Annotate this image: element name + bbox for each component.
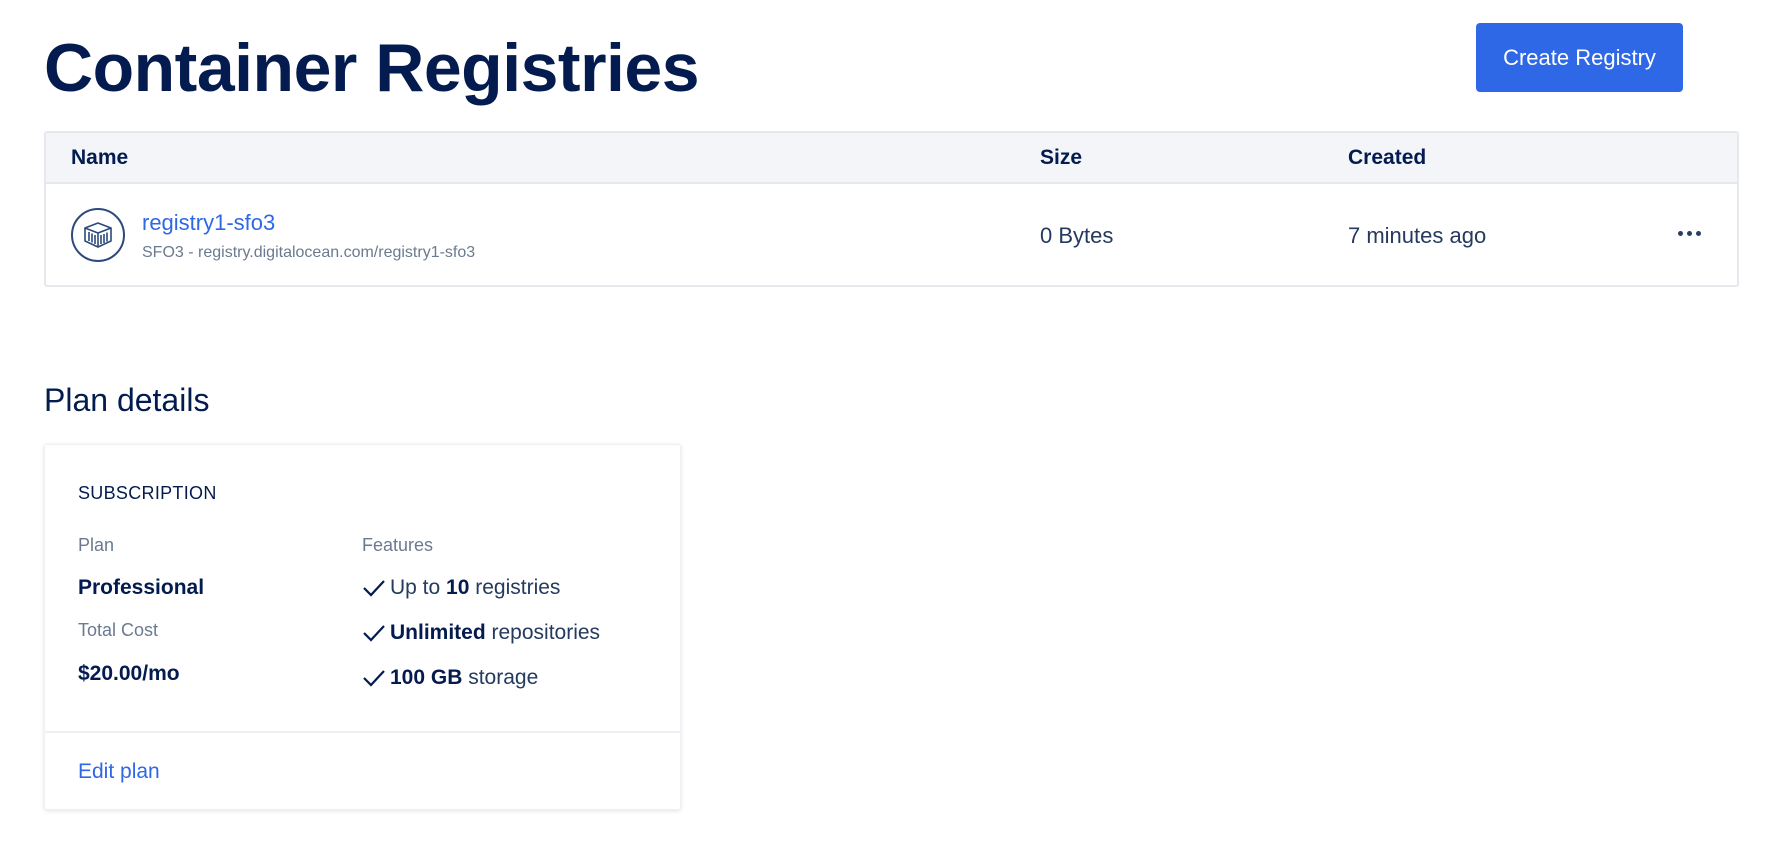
feature-highlight: 100 GB xyxy=(390,666,463,689)
plan-details-title: Plan details xyxy=(44,382,210,418)
checkmark-icon xyxy=(363,670,385,687)
table-header: Name Size Created xyxy=(46,133,1737,184)
column-header-created[interactable]: Created xyxy=(1348,146,1426,170)
feature-item: Up to 10 registries xyxy=(362,576,560,600)
feature-highlight: Unlimited xyxy=(390,621,486,644)
registry-created: 7 minutes ago xyxy=(1348,223,1487,248)
plan-card-footer: Edit plan xyxy=(45,731,680,811)
feature-text: storage xyxy=(462,666,539,689)
total-cost-label: Total Cost xyxy=(78,620,159,640)
checkmark-icon xyxy=(363,580,385,597)
container-icon xyxy=(71,208,125,262)
plan-value: Professional xyxy=(78,576,205,599)
column-header-size[interactable]: Size xyxy=(1040,146,1082,170)
feature-item: Unlimited repositories xyxy=(362,621,600,645)
registry-table: Name Size Created registry1-sfo3 SFO3 - … xyxy=(44,131,1739,287)
feature-text: repositories xyxy=(485,621,601,644)
feature-highlight: 10 xyxy=(446,576,470,599)
subscription-label: SUBSCRIPTION xyxy=(78,483,217,503)
feature-text: registries xyxy=(469,576,561,599)
plan-label: Plan xyxy=(78,535,115,555)
create-registry-button[interactable]: Create Registry xyxy=(1476,23,1683,92)
table-row: registry1-sfo3 SFO3 - registry.digitaloc… xyxy=(46,184,1737,285)
registry-name-link[interactable]: registry1-sfo3 xyxy=(142,210,275,236)
feature-text: Up to xyxy=(390,576,447,599)
features-label: Features xyxy=(362,535,434,555)
feature-item: 100 GB storage xyxy=(362,666,538,690)
registry-size: 0 Bytes xyxy=(1040,223,1114,248)
plan-card: SUBSCRIPTION Plan Professional Total Cos… xyxy=(44,444,681,810)
registry-endpoint: SFO3 - registry.digitalocean.com/registr… xyxy=(142,244,476,261)
edit-plan-link[interactable]: Edit plan xyxy=(78,760,160,784)
column-header-name[interactable]: Name xyxy=(71,146,128,170)
more-options-icon[interactable] xyxy=(1669,218,1709,248)
page-title: Container Registries xyxy=(44,30,700,106)
checkmark-icon xyxy=(363,625,385,642)
total-cost-value: $20.00/mo xyxy=(78,662,180,685)
